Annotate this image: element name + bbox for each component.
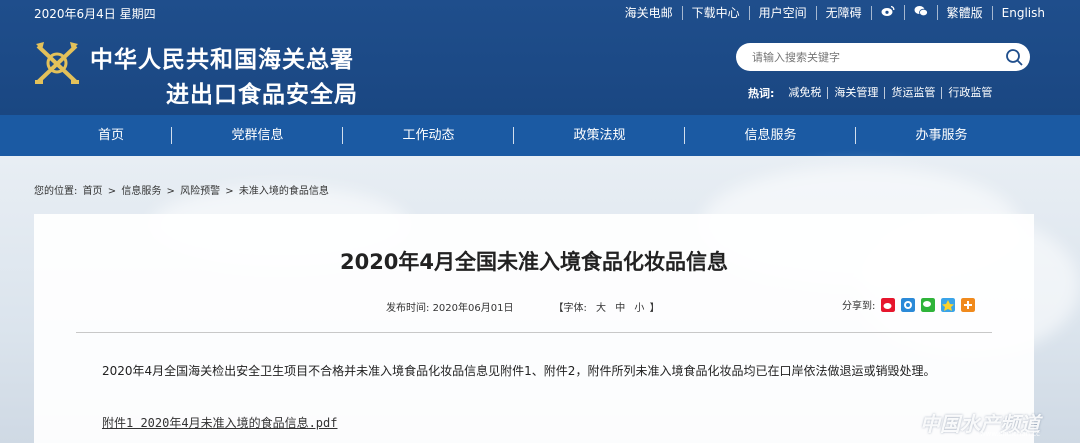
wechat-link[interactable] [905, 5, 938, 20]
weibo-icon [881, 5, 895, 16]
breadcrumb-home[interactable]: 首页 [83, 186, 103, 197]
weibo-share-icon[interactable] [881, 297, 896, 312]
publish-info: 发布时间: 2020年06月01日 [386, 299, 513, 314]
link-english[interactable]: English [993, 6, 1054, 20]
search-box [736, 43, 1030, 71]
wechat-share-icon[interactable] [921, 297, 936, 312]
hot-word[interactable]: 货运监管 [885, 87, 943, 99]
link-accessibility[interactable]: 无障碍 [817, 5, 872, 20]
nav-item-party-info[interactable]: 党群信息 [172, 115, 343, 156]
article-panel: 2020年4月全国未准入境食品化妆品信息 发布时间: 2020年06月01日 【… [34, 214, 1034, 443]
qzone-share-icon[interactable] [901, 297, 916, 312]
link-email[interactable]: 海关电邮 [616, 5, 683, 20]
nav-item-home[interactable]: 首页 [30, 115, 172, 156]
qq-share-icon[interactable] [941, 297, 956, 312]
share-bar: 分享到: [842, 297, 976, 312]
breadcrumb-info-service[interactable]: 信息服务 [121, 186, 161, 197]
nav-item-policy-law[interactable]: 政策法规 [514, 115, 685, 156]
breadcrumb-risk-warning[interactable]: 风险预警 [180, 186, 220, 197]
hot-words: 热词: 减免税 海关管理 货运监管 行政监管 [748, 85, 998, 101]
hot-word[interactable]: 海关管理 [828, 87, 886, 99]
more-share-icon[interactable] [961, 297, 976, 312]
breadcrumb: 您的位置: 首页 > 信息服务 > 风险预警 > 未准入境的食品信息 [34, 186, 329, 197]
hot-word[interactable]: 行政监管 [942, 87, 998, 99]
top-links: 海关电邮 下载中心 用户空间 无障碍 繁體版 English [616, 5, 1054, 20]
link-traditional-chinese[interactable]: 繁體版 [938, 5, 993, 20]
article-meta: 发布时间: 2020年06月01日 【字体: 大 中 小 】 [386, 299, 660, 314]
breadcrumb-current[interactable]: 未准入境的食品信息 [239, 186, 329, 197]
font-size-small[interactable]: 小 [634, 303, 644, 314]
page-title: 2020年4月全国未准入境食品化妆品信息 [339, 250, 729, 274]
article-body: 2020年4月全国海关检出安全卫生项目不合格并未准入境食品化妆品信息见附件1、附… [102, 364, 936, 378]
font-size-medium[interactable]: 中 [615, 303, 625, 314]
breadcrumb-label: 您的位置: [34, 186, 78, 197]
link-download-center[interactable]: 下载中心 [683, 5, 750, 20]
share-label: 分享到: [842, 301, 876, 312]
font-size-switcher: 【字体: 大 中 小 】 [553, 303, 660, 314]
divider [76, 332, 992, 333]
current-date: 2020年6月4日 星期四 [34, 7, 156, 21]
nav-item-affairs-service[interactable]: 办事服务 [856, 115, 1027, 156]
font-size-label: 【字体: [553, 303, 587, 314]
search-input[interactable] [752, 48, 992, 66]
search-icon[interactable] [1004, 47, 1024, 67]
watermark-url: www.shuichan.cc [979, 430, 1040, 438]
site-header: 2020年6月4日 星期四 海关电邮 下载中心 用户空间 无障碍 繁體版 Eng [0, 0, 1080, 115]
main-nav: 首页 党群信息 工作动态 政策法规 信息服务 办事服务 [0, 115, 1080, 156]
publish-date: 2020年06月01日 [432, 303, 514, 314]
attachment-link[interactable]: 附件1 2020年4月未准入境的食品信息.pdf [102, 414, 337, 431]
link-user-space[interactable]: 用户空间 [750, 5, 817, 20]
nav-item-info-service[interactable]: 信息服务 [685, 115, 856, 156]
wechat-icon [914, 6, 928, 17]
publish-label: 发布时间: [386, 303, 430, 314]
weibo-link[interactable] [872, 5, 905, 20]
customs-emblem-icon [35, 42, 79, 84]
top-bar: 2020年6月4日 星期四 海关电邮 下载中心 用户空间 无障碍 繁體版 Eng [0, 0, 1080, 26]
hot-word[interactable]: 减免税 [782, 87, 829, 99]
nav-item-work-news[interactable]: 工作动态 [343, 115, 514, 156]
brand-title-line2: 进出口食品安全局 [166, 81, 358, 108]
hot-words-label: 热词: [748, 87, 775, 100]
brand-title-line1: 中华人民共和国海关总署 [90, 46, 354, 73]
font-size-large[interactable]: 大 [596, 303, 606, 314]
